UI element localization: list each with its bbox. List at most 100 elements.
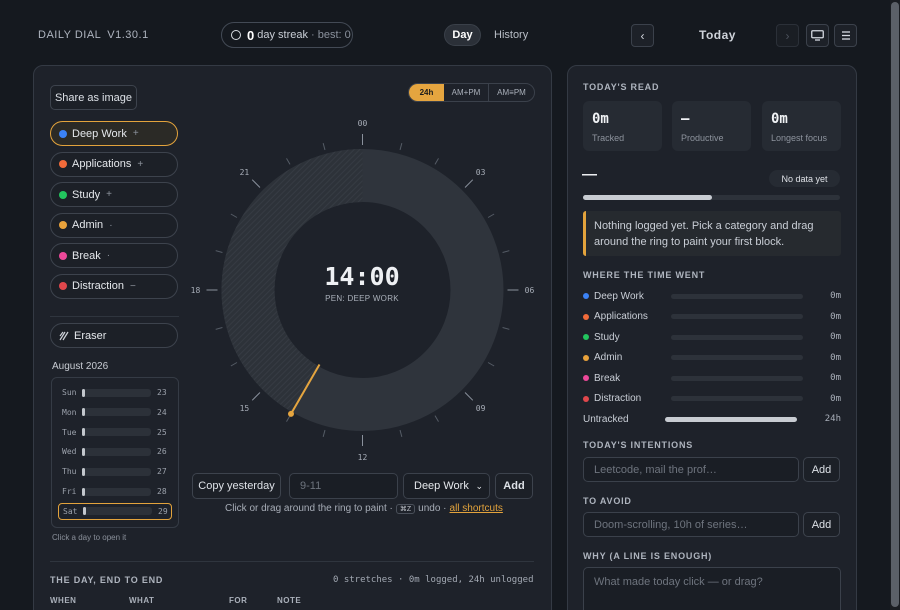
display-mode-button[interactable]	[806, 24, 829, 47]
calendar-day[interactable]: Sun 23	[58, 384, 172, 401]
intentions-input[interactable]: Leetcode, mail the prof…	[583, 457, 799, 482]
copy-yesterday-button[interactable]: Copy yesterday	[192, 473, 281, 499]
category-label: Distraction	[72, 280, 124, 292]
category-admin[interactable]: Admin ·	[50, 212, 178, 238]
chevron-right-icon: ›	[785, 28, 790, 43]
calendar-day[interactable]: Sat 29	[58, 502, 172, 520]
color-dot-icon	[59, 251, 67, 260]
category-type-symbol: +	[132, 128, 139, 139]
calendar-day[interactable]: Fri 28	[58, 483, 172, 500]
color-dot-icon	[59, 160, 67, 168]
hour-label: 06	[525, 286, 535, 295]
color-dot-icon	[59, 190, 67, 199]
hour-tick	[502, 327, 510, 330]
format-ampm-alt[interactable]: AM≡PM	[489, 84, 534, 101]
dial-time: 14:00	[324, 262, 400, 291]
category-break[interactable]: Break ·	[50, 243, 178, 268]
hour-tick	[230, 213, 238, 218]
share-image-button[interactable]: Share as image	[50, 85, 137, 110]
avoid-title: TO AVOID	[583, 496, 632, 506]
scrollbar-thumb[interactable]	[891, 2, 899, 607]
color-dot-icon	[583, 313, 589, 320]
hour-label: 18	[191, 286, 201, 295]
menu-button[interactable]	[834, 24, 857, 47]
category-label: Study	[72, 188, 101, 201]
hour-tick	[230, 362, 238, 367]
hour-tick	[215, 327, 223, 330]
eraser-icon	[59, 331, 69, 340]
day-fill-bar	[82, 447, 151, 456]
hour-tick	[434, 158, 439, 165]
hour-tick	[434, 415, 439, 422]
breakdown-bar	[671, 334, 803, 340]
calendar-day[interactable]: Wed 26	[58, 443, 172, 460]
app-brand: DAILY DIAL V1.30.1	[38, 29, 149, 41]
add-intention-button[interactable]: Add	[803, 457, 840, 482]
hamburger-menu-icon	[841, 31, 850, 40]
category-applications[interactable]: Applications +	[50, 151, 178, 177]
hour-label: 12	[358, 453, 368, 462]
prev-day-button[interactable]: ‹	[631, 24, 654, 47]
tab-day[interactable]: Day	[444, 24, 481, 46]
hour-tick	[215, 250, 223, 253]
category-distraction[interactable]: Distraction −	[50, 273, 178, 299]
category-type-symbol: +	[106, 189, 112, 200]
score-bar	[583, 195, 840, 200]
hour-tick	[487, 213, 495, 218]
breakdown-row: Applications 0m	[583, 310, 841, 324]
category-label: Break	[72, 249, 101, 262]
hour-tick	[251, 179, 261, 188]
category-study[interactable]: Study +	[50, 182, 178, 207]
calendar-day[interactable]: Thu 27	[58, 463, 172, 480]
breakdown-bar	[671, 314, 803, 319]
day-fill-bar	[82, 388, 151, 397]
category-type-symbol: −	[129, 280, 136, 292]
color-dot-icon	[583, 354, 589, 361]
category-select[interactable]: Deep Work ⌄	[403, 473, 490, 499]
calendar-day[interactable]: Tue 25	[58, 424, 172, 441]
hour-tick	[464, 392, 474, 401]
hour-tick	[502, 250, 510, 253]
day-fill-bar	[82, 428, 151, 437]
day-fill-bar	[82, 408, 151, 417]
monitor-icon	[811, 30, 824, 41]
date-label: Today	[699, 28, 736, 42]
week-calendar: Sun 23 Mon 24 Tue 25 Wed 26 Thu 27 Fri 28 Sat 29	[51, 377, 179, 528]
breakdown-bar	[671, 293, 803, 299]
hour-label: 15	[240, 404, 250, 413]
col-what: WHAT	[129, 596, 155, 605]
hour-tick	[251, 392, 261, 401]
color-dot-icon	[583, 293, 589, 299]
eraser-button[interactable]: Eraser	[50, 323, 178, 348]
why-textarea[interactable]: What made today click — or drag?	[583, 567, 841, 610]
current-time-handle	[288, 410, 294, 417]
hour-tick	[286, 158, 291, 165]
todays-read-title: TODAY'S READ	[583, 82, 660, 92]
format-24h[interactable]: 24h	[409, 84, 444, 101]
next-day-button[interactable]: ›	[776, 24, 799, 47]
breakdown-bar	[671, 396, 803, 401]
category-type-symbol: ·	[109, 219, 113, 231]
divider	[50, 561, 534, 562]
breakdown-row: Deep Work 0m	[583, 289, 841, 303]
divider	[50, 316, 179, 317]
avoid-input[interactable]: Doom-scrolling, 10h of series…	[583, 512, 799, 537]
calendar-day[interactable]: Mon 24	[58, 404, 172, 421]
paint-hint: Click or drag around the ring to paint ·…	[225, 503, 503, 514]
shortcuts-link[interactable]: all shortcuts	[450, 503, 503, 514]
breakdown-row: Distraction 0m	[583, 392, 841, 406]
add-block-button[interactable]: Add	[495, 473, 533, 499]
color-dot-icon	[59, 129, 67, 138]
breakdown-title: WHERE THE TIME WENT	[583, 270, 706, 280]
category-deep-work[interactable]: Deep Work +	[50, 121, 178, 146]
color-dot-icon	[59, 221, 67, 229]
time-range-input[interactable]: 9-11	[289, 473, 398, 499]
add-avoid-button[interactable]: Add	[803, 512, 840, 537]
hour-tick	[487, 362, 495, 367]
category-label: Applications	[72, 158, 132, 170]
tab-history[interactable]: History	[494, 29, 528, 41]
chevron-down-icon: ⌄	[475, 480, 483, 491]
scrollbar-track[interactable]	[890, 0, 900, 610]
format-ampm[interactable]: AM+PM	[444, 84, 489, 101]
hour-tick	[399, 143, 403, 151]
